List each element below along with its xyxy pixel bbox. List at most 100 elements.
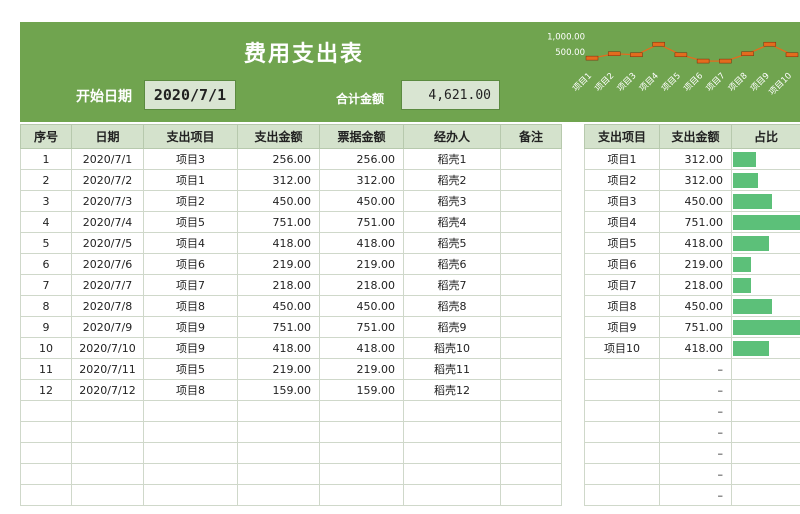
column-header[interactable]: 占比	[731, 124, 800, 149]
table-cell[interactable]: 312.00	[237, 169, 320, 191]
item-cell[interactable]: 项目4	[584, 211, 660, 233]
table-cell[interactable]: 751.00	[237, 316, 320, 338]
table-cell[interactable]: 450.00	[237, 190, 320, 212]
table-cell[interactable]: 项目9	[143, 337, 238, 359]
table-cell[interactable]: 项目6	[143, 253, 238, 275]
table-cell[interactable]: 2020/7/6	[71, 253, 144, 275]
start-date-input[interactable]: 2020/7/1	[144, 80, 236, 110]
item-cell[interactable]: 项目2	[584, 169, 660, 191]
item-cell[interactable]: 项目3	[584, 190, 660, 212]
table-cell[interactable]	[237, 463, 320, 485]
table-cell[interactable]	[71, 421, 144, 443]
table-cell[interactable]: 10	[20, 337, 72, 359]
table-cell[interactable]	[20, 421, 72, 443]
ratio-cell[interactable]	[731, 295, 800, 317]
table-cell[interactable]: 2020/7/5	[71, 232, 144, 254]
table-cell[interactable]	[500, 316, 562, 338]
amount-cell[interactable]: 751.00	[659, 316, 732, 338]
table-cell[interactable]	[500, 442, 562, 464]
table-cell[interactable]	[500, 379, 562, 401]
table-cell[interactable]: 项目2	[143, 190, 238, 212]
amount-cell[interactable]: 418.00	[659, 337, 732, 359]
table-cell[interactable]	[71, 400, 144, 422]
table-cell[interactable]: 稻壳5	[403, 232, 501, 254]
amount-cell[interactable]: –	[659, 463, 732, 485]
amount-cell[interactable]: –	[659, 379, 732, 401]
table-cell[interactable]	[500, 295, 562, 317]
table-cell[interactable]	[20, 442, 72, 464]
table-cell[interactable]: 稻壳8	[403, 295, 501, 317]
table-cell[interactable]	[237, 421, 320, 443]
table-cell[interactable]	[237, 442, 320, 464]
table-cell[interactable]: 12	[20, 379, 72, 401]
table-cell[interactable]: 1	[20, 148, 72, 170]
amount-cell[interactable]: –	[659, 442, 732, 464]
table-cell[interactable]: 219.00	[237, 253, 320, 275]
item-cell[interactable]	[584, 484, 660, 506]
amount-cell[interactable]: 312.00	[659, 169, 732, 191]
ratio-cell[interactable]	[731, 463, 800, 485]
item-cell[interactable]	[584, 442, 660, 464]
table-cell[interactable]: 2020/7/9	[71, 316, 144, 338]
amount-cell[interactable]: 450.00	[659, 190, 732, 212]
amount-cell[interactable]: 450.00	[659, 295, 732, 317]
table-cell[interactable]: 稻壳3	[403, 190, 501, 212]
table-cell[interactable]: 418.00	[319, 337, 404, 359]
table-cell[interactable]	[237, 484, 320, 506]
table-cell[interactable]	[500, 211, 562, 233]
ratio-cell[interactable]	[731, 379, 800, 401]
table-cell[interactable]: 稻壳4	[403, 211, 501, 233]
table-cell[interactable]	[500, 358, 562, 380]
table-cell[interactable]: 2020/7/10	[71, 337, 144, 359]
table-cell[interactable]: 219.00	[319, 358, 404, 380]
item-cell[interactable]: 项目7	[584, 274, 660, 296]
ratio-cell[interactable]	[731, 316, 800, 338]
item-cell[interactable]	[584, 358, 660, 380]
amount-cell[interactable]: –	[659, 400, 732, 422]
column-header[interactable]: 备注	[500, 124, 562, 149]
amount-cell[interactable]: 751.00	[659, 211, 732, 233]
table-cell[interactable]: 450.00	[237, 295, 320, 317]
table-cell[interactable]	[403, 442, 501, 464]
table-cell[interactable]: 418.00	[319, 232, 404, 254]
table-cell[interactable]: 159.00	[237, 379, 320, 401]
table-cell[interactable]	[143, 484, 238, 506]
table-cell[interactable]: 3	[20, 190, 72, 212]
table-cell[interactable]	[403, 484, 501, 506]
table-cell[interactable]	[143, 421, 238, 443]
amount-cell[interactable]: –	[659, 358, 732, 380]
item-cell[interactable]	[584, 421, 660, 443]
column-header[interactable]: 日期	[71, 124, 144, 149]
table-cell[interactable]: 751.00	[319, 211, 404, 233]
table-cell[interactable]: 2	[20, 169, 72, 191]
column-header[interactable]: 票据金额	[319, 124, 404, 149]
ratio-cell[interactable]	[731, 274, 800, 296]
table-cell[interactable]: 稻壳9	[403, 316, 501, 338]
table-cell[interactable]	[319, 442, 404, 464]
amount-cell[interactable]: 218.00	[659, 274, 732, 296]
table-cell[interactable]: 项目8	[143, 379, 238, 401]
table-cell[interactable]: 项目5	[143, 211, 238, 233]
table-cell[interactable]	[20, 400, 72, 422]
table-cell[interactable]: 418.00	[237, 337, 320, 359]
table-cell[interactable]: 2020/7/4	[71, 211, 144, 233]
table-cell[interactable]: 稻壳10	[403, 337, 501, 359]
table-cell[interactable]	[319, 463, 404, 485]
table-cell[interactable]: 项目1	[143, 169, 238, 191]
table-cell[interactable]	[143, 442, 238, 464]
table-cell[interactable]: 2020/7/11	[71, 358, 144, 380]
ratio-cell[interactable]	[731, 484, 800, 506]
table-cell[interactable]: 219.00	[319, 253, 404, 275]
table-cell[interactable]: 4	[20, 211, 72, 233]
ratio-cell[interactable]	[731, 253, 800, 275]
amount-cell[interactable]: 312.00	[659, 148, 732, 170]
ratio-cell[interactable]	[731, 232, 800, 254]
table-cell[interactable]: 751.00	[319, 316, 404, 338]
item-cell[interactable]	[584, 463, 660, 485]
ratio-cell[interactable]	[731, 442, 800, 464]
table-cell[interactable]	[500, 190, 562, 212]
table-cell[interactable]	[500, 274, 562, 296]
table-cell[interactable]	[403, 421, 501, 443]
table-cell[interactable]: 312.00	[319, 169, 404, 191]
table-cell[interactable]	[71, 463, 144, 485]
